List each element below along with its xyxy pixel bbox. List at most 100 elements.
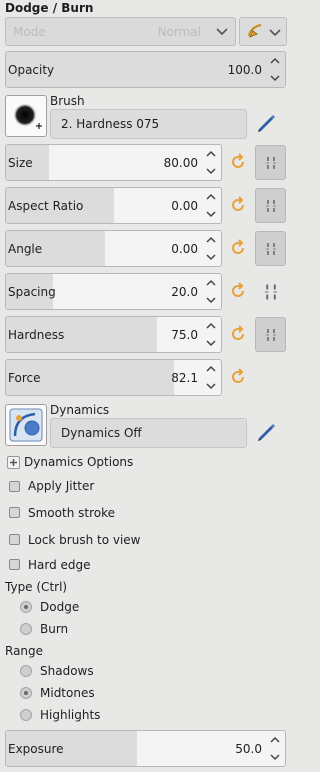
highlights-radio[interactable] <box>20 709 32 721</box>
burn-radio[interactable] <box>20 623 32 635</box>
reset-aspect-icon[interactable] <box>228 195 248 215</box>
chevron-down-icon <box>269 29 281 37</box>
brush-heading: Brush <box>50 94 85 108</box>
opacity-value: 100.0 <box>227 62 262 77</box>
force-spin-arrows[interactable] <box>205 363 217 392</box>
chevron-down-icon[interactable] <box>269 753 281 761</box>
hardness-label: Hardness <box>8 327 65 342</box>
dynamics-icon <box>9 408 43 442</box>
aspect-spin-arrows[interactable] <box>205 191 217 220</box>
apply-jitter-checkbox[interactable] <box>9 481 20 492</box>
chevron-up-icon[interactable] <box>205 150 217 158</box>
chevron-up-icon[interactable] <box>205 279 217 287</box>
mode-label: Mode <box>13 25 46 39</box>
brush-name-field[interactable]: 2. Hardness 075 <box>50 109 247 139</box>
smooth-stroke-label[interactable]: Smooth stroke <box>28 506 115 520</box>
brush-preview-button[interactable] <box>5 95 47 137</box>
shadows-label[interactable]: Shadows <box>40 664 94 678</box>
hardness-value: 75.0 <box>171 327 198 342</box>
chain-broken-icon <box>266 243 276 255</box>
aspect-link-toggle[interactable] <box>255 188 286 223</box>
size-link-toggle[interactable] <box>255 145 286 180</box>
opacity-slider[interactable]: Opacity 100.0 <box>5 51 286 88</box>
type-heading: Type (Ctrl) <box>5 580 68 594</box>
chain-broken-icon <box>266 157 276 169</box>
dynamics-options-expander[interactable] <box>7 456 20 469</box>
reset-angle-icon[interactable] <box>228 238 248 258</box>
hardness-spin-arrows[interactable] <box>205 320 217 349</box>
brush-preview-icon <box>13 103 42 129</box>
dodge-radio[interactable] <box>20 601 32 613</box>
hard-edge-label[interactable]: Hard edge <box>28 558 91 572</box>
chevron-down-icon <box>216 28 228 36</box>
chain-broken-icon <box>266 329 276 341</box>
lock-brush-checkbox[interactable] <box>9 534 20 545</box>
smooth-stroke-checkbox[interactable] <box>9 507 20 518</box>
range-heading: Range <box>5 644 44 658</box>
pencil-edit-icon[interactable] <box>255 111 277 133</box>
chevron-down-icon[interactable] <box>205 382 217 390</box>
angle-link-toggle[interactable] <box>255 231 286 266</box>
angle-spin-arrows[interactable] <box>205 234 217 263</box>
aspect-ratio-value: 0.00 <box>171 198 198 213</box>
spacing-spin-arrows[interactable] <box>205 277 217 306</box>
mode-options-button[interactable] <box>239 17 287 46</box>
dynamics-preview-button[interactable] <box>5 404 47 446</box>
chevron-down-icon[interactable] <box>205 253 217 261</box>
aspect-ratio-slider[interactable]: Aspect Ratio 0.00 <box>5 187 222 224</box>
hardness-slider[interactable]: Hardness 75.0 <box>5 316 222 353</box>
dynamics-name: Dynamics Off <box>61 426 142 440</box>
paint-mode-icon <box>248 24 262 38</box>
chevron-up-icon[interactable] <box>205 322 217 330</box>
chevron-up-icon[interactable] <box>269 736 281 744</box>
size-spin-arrows[interactable] <box>205 148 217 177</box>
dynamics-name-field[interactable]: Dynamics Off <box>50 418 247 448</box>
force-slider[interactable]: Force 82.1 <box>5 359 222 396</box>
exposure-spin-arrows[interactable] <box>269 734 281 763</box>
size-value: 80.00 <box>163 155 198 170</box>
chevron-up-icon[interactable] <box>205 365 217 373</box>
angle-value: 0.00 <box>171 241 198 256</box>
spacing-slider[interactable]: Spacing 20.0 <box>5 273 222 310</box>
exposure-slider[interactable]: Exposure 50.0 <box>5 730 286 767</box>
exposure-label: Exposure <box>8 741 64 756</box>
hard-edge-checkbox[interactable] <box>9 559 20 570</box>
chevron-down-icon[interactable] <box>205 296 217 304</box>
highlights-label[interactable]: Highlights <box>40 708 100 722</box>
chevron-down-icon[interactable] <box>205 167 217 175</box>
chevron-up-icon[interactable] <box>205 193 217 201</box>
angle-slider[interactable]: Angle 0.00 <box>5 230 222 267</box>
force-value: 82.1 <box>171 370 198 385</box>
chain-broken-icon <box>266 200 276 212</box>
reset-hardness-icon[interactable] <box>228 324 248 344</box>
opacity-spin-arrows[interactable] <box>269 55 281 84</box>
dynamics-heading: Dynamics <box>50 403 110 417</box>
size-slider[interactable]: Size 80.00 <box>5 144 222 181</box>
mode-dropdown[interactable]: Mode Normal <box>5 17 236 46</box>
shadows-radio[interactable] <box>20 665 32 677</box>
tool-title: Dodge / Burn <box>5 1 94 15</box>
hardness-link-toggle[interactable] <box>255 317 286 352</box>
dynamics-options-label[interactable]: Dynamics Options <box>24 455 133 469</box>
reset-force-icon[interactable] <box>228 367 248 387</box>
midtones-label[interactable]: Midtones <box>40 686 95 700</box>
brush-name: 2. Hardness 075 <box>61 117 160 131</box>
aspect-ratio-label: Aspect Ratio <box>8 198 84 213</box>
chevron-down-icon[interactable] <box>205 210 217 218</box>
midtones-radio[interactable] <box>20 687 32 699</box>
reset-spacing-icon[interactable] <box>228 281 248 301</box>
pencil-edit-icon[interactable] <box>255 420 277 442</box>
dodge-label[interactable]: Dodge <box>40 600 79 614</box>
apply-jitter-label[interactable]: Apply Jitter <box>28 479 94 493</box>
chevron-up-icon[interactable] <box>269 57 281 65</box>
burn-label[interactable]: Burn <box>40 622 68 636</box>
chain-broken-icon[interactable] <box>261 282 281 302</box>
spacing-label: Spacing <box>8 284 56 299</box>
size-label: Size <box>8 155 33 170</box>
chevron-up-icon[interactable] <box>205 236 217 244</box>
force-label: Force <box>8 370 41 385</box>
reset-size-icon[interactable] <box>228 152 248 172</box>
chevron-down-icon[interactable] <box>269 74 281 82</box>
chevron-down-icon[interactable] <box>205 339 217 347</box>
lock-brush-label[interactable]: Lock brush to view <box>28 533 141 547</box>
